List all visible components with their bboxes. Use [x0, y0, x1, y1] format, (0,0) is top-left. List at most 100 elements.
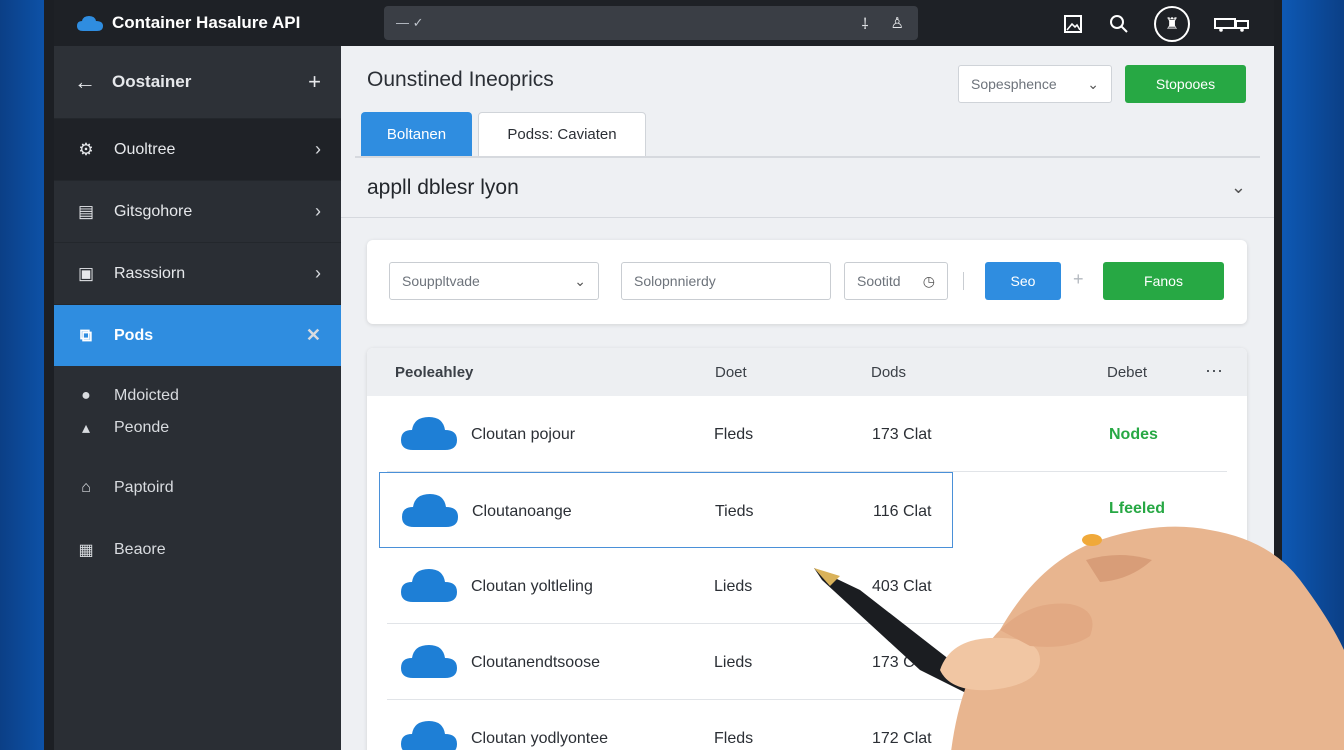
row-name: Cloutan yodlyontee [471, 730, 608, 747]
clock-icon: ◷ [922, 272, 935, 289]
filter-search-input[interactable]: Solopnnierdy [621, 262, 831, 300]
filter-small-input[interactable]: Sootitd ◷ [844, 262, 948, 300]
filter-search-placeholder: Solopnnierdy [634, 273, 716, 289]
chevron-down-icon: ⌄ [1087, 75, 1099, 92]
sidebar-subitem-mdoicted[interactable]: ● Mdoicted [54, 380, 341, 412]
row-type: Lieds [714, 654, 753, 671]
sidebar: ← Oostainer + ⚙ Ouoltree › ▤ Gitsgohore … [54, 46, 341, 750]
sidebar-item-label: Rasssiorn [114, 264, 186, 282]
top-select-value: Sopesphence [971, 76, 1057, 92]
sidebar-subitem-beaore[interactable]: ▦ Beaore [54, 534, 341, 566]
app-brand[interactable]: Container Hasalure API [76, 13, 366, 33]
sidebar-item-ouoltree[interactable]: ⚙ Ouoltree › [54, 118, 341, 180]
pods-icon: ⧉ [79, 325, 93, 345]
sidebar-title: Oostainer [112, 72, 192, 91]
search-button[interactable]: Seo [985, 262, 1061, 300]
app-title: Container Hasalure API [112, 13, 301, 32]
page-title: Ounstined Ineoprics [367, 68, 554, 91]
table-row[interactable]: Cloutan yodlyontee Fleds 172 Clat [387, 700, 1227, 750]
row-type: Tieds [715, 503, 754, 520]
table-row-selected[interactable]: Cloutanoange Tieds 116 Clat [379, 472, 953, 548]
cloud-icon [401, 645, 457, 678]
pods-table: Peoleahley Doet Dods Debet ··· Cloutan p… [367, 348, 1247, 750]
tab-podss-caviaten[interactable]: Podss: Caviaten [478, 112, 646, 157]
avatar-icon: ♜ [1164, 16, 1180, 33]
row-type: Fleds [714, 426, 754, 443]
cloud-icon [401, 721, 457, 750]
row-name: Cloutan pojour [471, 426, 576, 443]
box-icon: ▣ [77, 263, 95, 283]
filter-small-placeholder: Sootitd [857, 273, 901, 289]
sidebar-item-label: Gitsgohore [114, 202, 193, 220]
filter-select-value: Souppltvade [402, 273, 480, 289]
status-badge: Nodes [1109, 426, 1158, 443]
top-bar: Container Hasalure API — ✓ ⸸ ♙ ♜ [54, 0, 1274, 46]
section-header[interactable]: appll dblesr lyon ⌄ [341, 158, 1274, 218]
column-header-type[interactable]: Doet [715, 364, 747, 381]
chevron-right-icon: › [315, 263, 321, 283]
chevron-right-icon: › [315, 201, 321, 221]
back-arrow-icon[interactable]: ← [74, 69, 96, 95]
sidebar-item-pods[interactable]: ⧉ Pods ✕ [54, 304, 341, 366]
folder-icon: ▤ [77, 201, 95, 221]
sidebar-subitem-label: Mdoicted [114, 387, 179, 404]
divider [963, 272, 964, 290]
top-action-button[interactable]: Stopooes [1125, 65, 1246, 103]
table-row[interactable]: Cloutan pojour Fleds 173 Clat Nodes [387, 396, 1227, 472]
column-header-pods[interactable]: Dods [871, 364, 906, 381]
sidebar-subitem-peonde[interactable]: ▴ Peonde [54, 412, 341, 444]
pin-icon: ● [81, 387, 91, 404]
row-name: Cloutanoange [472, 503, 572, 520]
sidebar-item-label: Pods [114, 326, 154, 344]
sidebar-subitem-label: Paptoird [114, 479, 174, 496]
sidebar-header: ← Oostainer + [54, 46, 341, 118]
cloud-logo-icon [77, 16, 103, 31]
table-header: Peoleahley Doet Dods Debet ··· [367, 348, 1247, 396]
grid-icon: ▦ [78, 542, 94, 559]
chevron-right-icon: › [315, 139, 321, 159]
row-type: Fleds [714, 730, 754, 747]
search-icon[interactable] [1108, 13, 1130, 35]
filter-action-button[interactable]: Fanos [1103, 262, 1224, 300]
top-select[interactable]: Sopesphence ⌄ [958, 65, 1112, 103]
close-icon[interactable]: ✕ [306, 325, 321, 346]
column-header-name[interactable]: Peoleahley [395, 364, 473, 381]
plus-icon[interactable]: + [1073, 269, 1084, 290]
global-search-input[interactable]: — ✓ ⸸ ♙ [384, 6, 918, 40]
home-icon: ⌂ [81, 479, 91, 496]
main-content: Ounstined Ineoprics Sopesphence ⌄ Stopoo… [341, 46, 1274, 750]
pin-icon[interactable]: ⸸ [862, 14, 869, 34]
tab-boltanen[interactable]: Boltanen [361, 112, 472, 157]
row-count: 116 Clat [873, 503, 932, 520]
more-options-icon[interactable]: ··· [1205, 360, 1223, 381]
tab-bar: Boltanen Podss: Caviaten [361, 112, 646, 157]
row-type: Lieds [714, 578, 753, 595]
status-badge: Lfeeled [1109, 500, 1166, 517]
cloud-icon [401, 569, 457, 602]
filter-select[interactable]: Souppltvade ⌄ [389, 262, 599, 300]
column-header-status[interactable]: Debet [1107, 364, 1147, 381]
search-left-glyphs: — ✓ [396, 15, 424, 30]
gear-icon: ⚙ [78, 139, 94, 159]
row-count: 173 C [872, 654, 915, 671]
row-name: Cloutanendtsoose [471, 654, 600, 671]
table-row[interactable]: Cloutan yoltleling Lieds 403 Clat [387, 548, 1227, 624]
truck-icon[interactable] [1214, 13, 1250, 35]
row-count: 173 Clat [872, 426, 932, 443]
row-name: Cloutan yoltleling [471, 578, 593, 595]
cloud-icon [401, 417, 457, 450]
sidebar-subitem-paptoird[interactable]: ⌂ Paptoird [54, 472, 341, 504]
image-icon[interactable] [1062, 13, 1084, 35]
cloud-icon [402, 494, 458, 527]
chevron-down-icon[interactable]: ⌄ [1231, 177, 1246, 198]
sidebar-subitem-label: Peonde [114, 419, 170, 436]
sidebar-subitem-label: Beaore [114, 541, 166, 558]
table-row[interactable]: Cloutanendtsoose Lieds 173 C [387, 624, 1227, 700]
sidebar-item-rasssiorn[interactable]: ▣ Rasssiorn › [54, 242, 341, 304]
add-icon[interactable]: + [308, 69, 321, 95]
user-search-icon[interactable]: ♙ [891, 14, 904, 34]
row-count: 172 Clat [872, 730, 932, 747]
sidebar-item-gitsgohore[interactable]: ▤ Gitsgohore › [54, 180, 341, 242]
row-count: 403 Clat [872, 578, 932, 595]
user-avatar[interactable]: ♜ [1154, 6, 1190, 42]
